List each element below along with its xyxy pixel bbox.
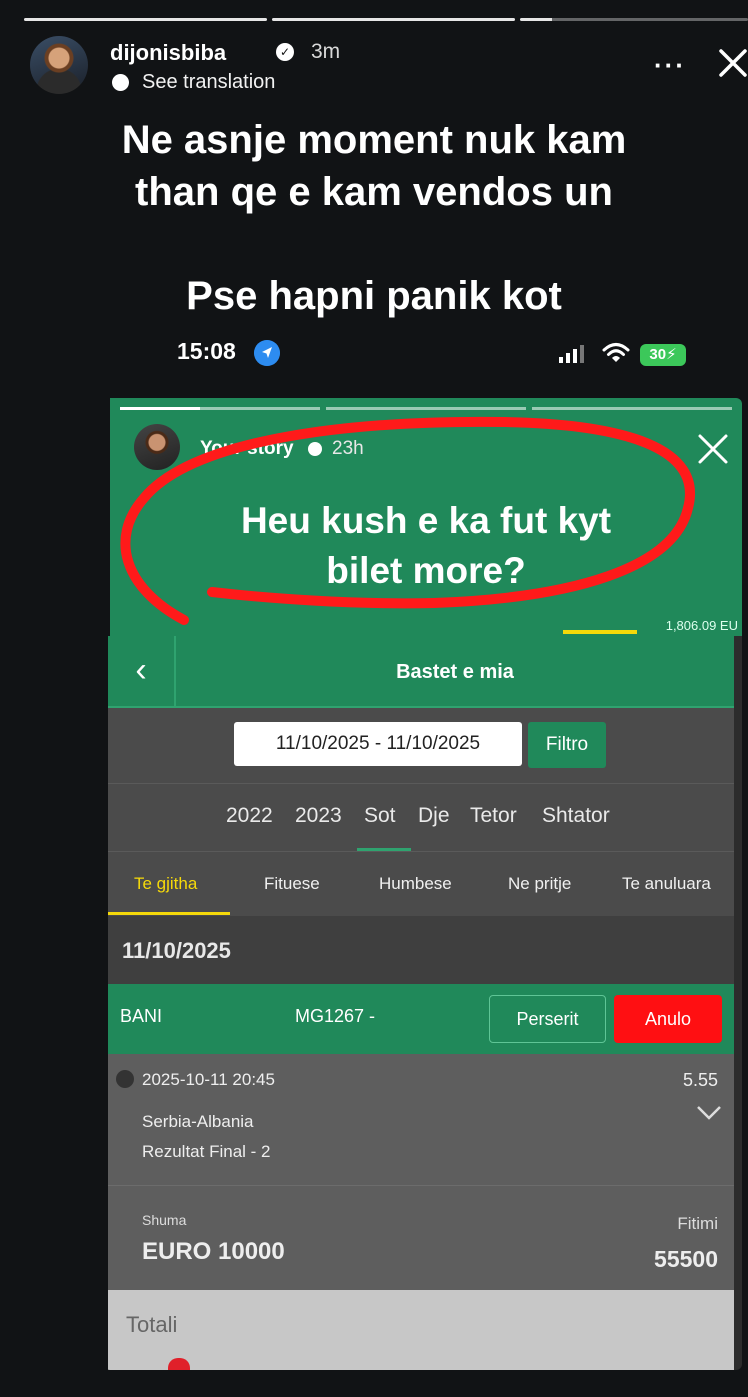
cancel-button[interactable]: Anulo: [614, 995, 722, 1043]
period-option[interactable]: Shtator: [542, 804, 610, 828]
bet-date-header: 11/10/2025: [108, 916, 734, 984]
period-underline: [357, 848, 411, 851]
reshared-story-progress: [120, 407, 732, 410]
period-option[interactable]: 2022: [226, 804, 273, 828]
stake-summary: Shuma EURO 10000 Fitimi 55500: [108, 1186, 734, 1290]
bet-status-tabs: Te gjitha Fituese Humbese Ne pritje Te a…: [108, 852, 734, 916]
reshared-caption-line: bilet more?: [326, 550, 526, 591]
heart-icon: [168, 1358, 190, 1370]
wifi-icon: [602, 343, 630, 362]
reshared-screenshot: Your story 23h Heu kush e ka fut kyt bil…: [104, 398, 742, 1370]
reshared-caption-line: Heu kush e ka fut kyt: [240, 500, 612, 541]
account-balance: 1,806.09 EU: [665, 618, 738, 633]
win-value: 55500: [654, 1246, 718, 1272]
story-caption-line: than qe e kam vendos un: [135, 170, 613, 214]
battery-level: 30: [649, 346, 667, 363]
bet-type: BANI: [120, 1006, 163, 1026]
story-progress: [24, 18, 748, 21]
username[interactable]: dijonisbiba: [110, 40, 226, 66]
odds: 5.55: [682, 1070, 718, 1090]
bet-selection[interactable]: 2025-10-11 20:45 5.55 Serbia-Albania Rez…: [108, 1054, 734, 1186]
tab-won[interactable]: Fituese: [264, 874, 320, 894]
tab-lost[interactable]: Humbese: [379, 874, 452, 894]
match-datetime: 2025-10-11 20:45: [142, 1070, 275, 1089]
period-selector: 2022 2023 Sot Dje Tetor Shtator: [108, 784, 734, 852]
totals-label: Totali: [126, 1312, 178, 1337]
translate-icon[interactable]: [112, 74, 129, 91]
stake-value: EURO 10000: [142, 1238, 285, 1265]
more-options-icon[interactable]: ···: [654, 50, 686, 81]
battery-indicator: 30⚡: [640, 344, 686, 366]
see-translation-link[interactable]: See translation: [142, 71, 275, 94]
location-arrow-icon: [254, 340, 280, 366]
status-time: 15:08: [177, 338, 236, 364]
progress-segment: [520, 18, 748, 21]
scrollbar: [734, 636, 742, 1370]
avatar[interactable]: [30, 36, 88, 94]
bet-code: MG1267 -: [295, 1006, 376, 1026]
close-icon: [698, 434, 728, 464]
bet-ticket-bar: BANI MG1267 - Perserit Anulo: [108, 984, 734, 1054]
app-nav-bar: ‹ Bastet e mia: [108, 636, 734, 708]
verified-badge-icon: ✓: [276, 43, 294, 61]
story-caption-line: Pse hapni panik kot: [186, 274, 562, 318]
story-age: 3m: [311, 40, 341, 63]
win-label: Fitimi: [677, 1214, 718, 1233]
date-range-input[interactable]: [234, 722, 522, 766]
story-header: dijonisbiba ✓ 3m See translation ···: [30, 36, 748, 96]
totals-section: Totali: [108, 1290, 734, 1370]
page-title: Bastet e mia: [396, 661, 514, 683]
reshared-username: Your story: [200, 438, 294, 459]
reshared-story-age: 23h: [332, 438, 364, 459]
progress-segment: [24, 18, 267, 21]
status-dot-icon: [116, 1070, 134, 1088]
progress-segment: [272, 18, 515, 21]
tab-pending[interactable]: Ne pritje: [508, 874, 571, 894]
signal-icon: [559, 345, 584, 363]
tab-cancelled[interactable]: Te anuluara: [622, 874, 711, 894]
period-option[interactable]: Dje: [418, 804, 450, 828]
period-option[interactable]: 2023: [295, 804, 342, 828]
period-option[interactable]: Tetor: [470, 804, 517, 828]
stake-label: Shuma: [142, 1212, 187, 1228]
repeat-button[interactable]: Perserit: [489, 995, 606, 1043]
reshared-story-header: Your story 23h Heu kush e ka fut kyt bil…: [110, 398, 742, 638]
match-name: Serbia-Albania: [142, 1112, 254, 1131]
filter-button[interactable]: Filtro: [528, 722, 606, 768]
story-caption-line: Ne asnje moment nuk kam: [121, 118, 627, 162]
avatar: [134, 424, 180, 470]
tab-all[interactable]: Te gjitha: [134, 874, 197, 894]
market-name: Rezultat Final - 2: [142, 1142, 271, 1161]
tab-indicator: [563, 630, 637, 634]
tab-underline: [108, 912, 230, 915]
close-icon[interactable]: [716, 46, 748, 80]
period-option-selected[interactable]: Sot: [364, 804, 396, 828]
chevron-down-icon[interactable]: [696, 1104, 722, 1122]
back-arrow-icon[interactable]: ‹: [108, 636, 176, 708]
verified-badge-icon: [308, 442, 322, 456]
date-filter: Filtro: [108, 708, 734, 784]
